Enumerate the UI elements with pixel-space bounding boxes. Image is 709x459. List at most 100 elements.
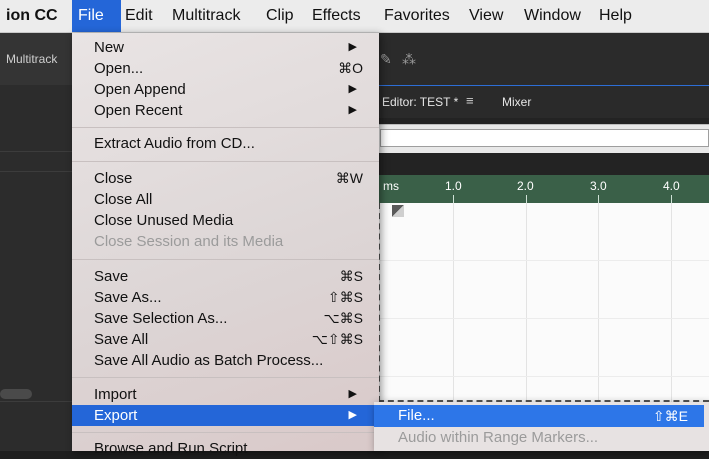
time-ruler[interactable] [374,175,709,203]
menu-separator [72,127,379,128]
brush-icon[interactable]: ✎ [380,51,392,68]
menu-item-label: Import [94,386,137,403]
menu-item-save-batch[interactable]: Save All Audio as Batch Process... [72,350,379,371]
editor-tab-bar: Editor: TEST * Mixer [374,86,709,118]
app-menu[interactable]: ion CC [0,0,64,32]
shortcut-label: ⌘O [338,60,363,76]
menu-window[interactable]: Window [518,0,587,32]
menu-item-save-selection[interactable]: Save Selection As... ⌥⌘S [72,308,379,329]
menu-item-close-unused[interactable]: Close Unused Media [72,210,379,231]
menu-item-open-append[interactable]: Open Append ▶ [72,79,379,100]
ruler-tick [671,195,672,203]
menu-item-export[interactable]: Export ▶ [72,405,379,426]
ruler-tick [526,195,527,203]
menu-item-label: Save Selection As... [94,310,228,327]
menu-item-close[interactable]: Close ⌘W [72,168,379,189]
menu-edit[interactable]: Edit [119,0,159,32]
menu-item-close-all[interactable]: Close All [72,189,379,210]
menu-item-label: Save As... [94,289,162,306]
menu-bar: ion CC File Edit Multitrack Clip Effects… [0,0,709,33]
menu-separator [72,259,379,260]
spot-healing-icon[interactable]: ⁂ [402,51,416,68]
menu-item-import[interactable]: Import ▶ [72,384,379,405]
menu-file[interactable]: File [72,0,121,32]
menu-item-label: Close Session and its Media [94,233,284,250]
menu-item-label: New [94,39,125,56]
submenu-arrow-icon: ▶ [348,41,357,53]
menu-favorites[interactable]: Favorites [378,0,456,32]
toolbar: ✎ ⁂ [374,33,709,85]
panel-divider [0,151,72,152]
waveform-area[interactable] [378,203,709,402]
grid-line [380,260,709,261]
ruler-label: 3.0 [590,179,607,193]
shortcut-label: ⇧⌘E [652,408,688,424]
shortcut-label: ⇧⌘S [327,289,363,305]
ruler-tick [453,195,454,203]
menu-separator [72,377,379,378]
menu-separator [72,161,379,162]
submenu-arrow-icon: ▶ [348,409,357,421]
ruler-label: 4.0 [663,179,680,193]
grid-line [380,318,709,319]
menu-item-label: Export [94,407,138,424]
grid-line [526,203,527,402]
menu-item-save-as[interactable]: Save As... ⇧⌘S [72,287,379,308]
tab-mixer[interactable]: Mixer [502,86,531,118]
shortcut-label: ⌘W [335,170,363,186]
menu-item-label: Close All [94,191,153,208]
menu-item-label: Save All Audio as Batch Process... [94,352,324,369]
menu-item-open-recent[interactable]: Open Recent ▶ [72,100,379,121]
left-panel: Multitrack [0,33,72,451]
grid-line [380,376,709,377]
panel-divider [0,171,72,172]
overview-viewport[interactable] [380,129,709,147]
shortcut-label: ⌘S [339,268,363,284]
menu-separator [72,432,379,433]
ruler-label: 1.0 [445,179,462,193]
grid-line [598,203,599,402]
menu-item-save[interactable]: Save ⌘S [72,266,379,287]
panel-divider [0,401,72,402]
menu-effects[interactable]: Effects [306,0,367,32]
multitrack-panel-tab[interactable]: Multitrack [0,33,72,85]
menu-item-new[interactable]: New ▶ [72,37,379,58]
menu-multitrack[interactable]: Multitrack [166,0,246,32]
menu-item-label: Save All [94,331,149,348]
menu-item-browse-script[interactable]: Browse and Run Script [72,438,379,459]
grid-line [671,203,672,402]
submenu-arrow-icon: ▶ [348,388,357,400]
submenu-item-range-markers: Audio within Range Markers... [374,427,704,449]
menu-item-label: Audio within Range Markers... [398,429,599,446]
menu-clip[interactable]: Clip [260,0,300,32]
menu-item-label: Open... [94,60,144,77]
shortcut-label: ⌥⇧⌘S [311,331,363,347]
submenu-arrow-icon: ▶ [348,83,357,95]
menu-item-label: Close Unused Media [94,212,234,229]
panel-menu-icon[interactable]: ≡ [466,93,474,108]
menu-view[interactable]: View [463,0,509,32]
menu-item-label: Browse and Run Script [94,440,248,457]
ruler-label: ms [383,179,399,193]
menu-item-label: Open Recent [94,102,183,119]
menu-item-save-all[interactable]: Save All ⌥⇧⌘S [72,329,379,350]
menu-item-extract-audio[interactable]: Extract Audio from CD... [72,133,379,154]
tab-editor[interactable]: Editor: TEST * [382,86,458,118]
panel-scrollbar[interactable] [0,389,32,399]
fade-handle-icon[interactable] [392,205,404,217]
menu-item-open[interactable]: Open... ⌘O [72,58,379,79]
menu-item-label: Save [94,268,129,285]
ruler-label: 2.0 [517,179,534,193]
grid-line [453,203,454,402]
menu-item-label: File... [398,407,435,424]
file-menu-dropdown: New ▶ Open... ⌘O Open Append ▶ Open Rece… [72,33,379,457]
ruler-tick [598,195,599,203]
submenu-item-file[interactable]: File... ⇧⌘E [374,405,704,427]
shortcut-label: ⌥⌘S [323,310,363,326]
menu-help[interactable]: Help [593,0,638,32]
menu-item-label: Close [94,170,133,187]
menu-item-label: Extract Audio from CD... [94,135,255,152]
menu-item-label: Open Append [94,81,186,98]
submenu-arrow-icon: ▶ [348,104,357,116]
menu-item-close-session: Close Session and its Media [72,231,379,252]
